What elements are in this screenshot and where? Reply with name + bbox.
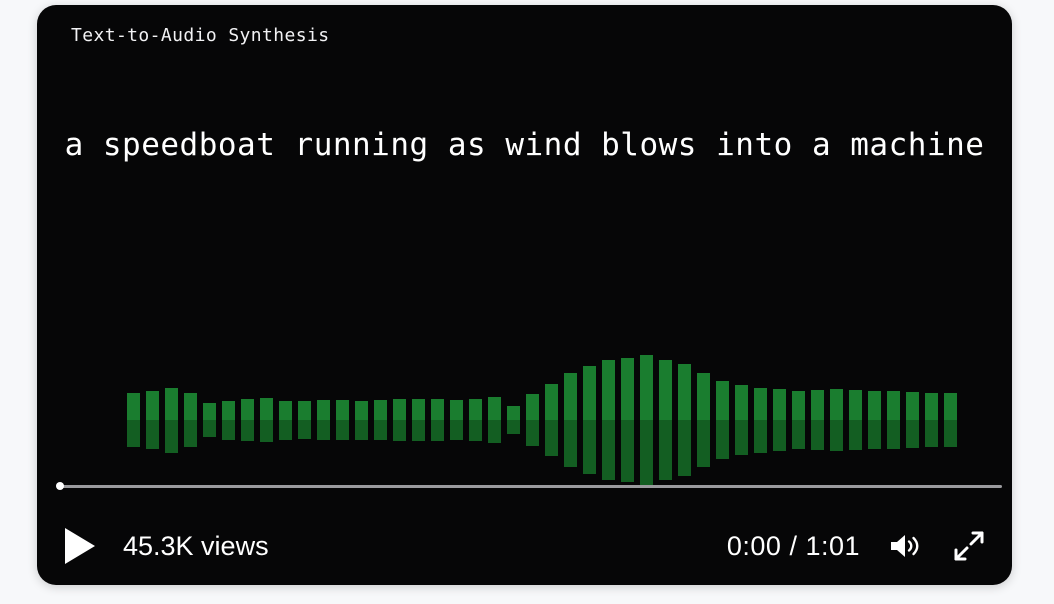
- waveform-bar: [184, 355, 197, 485]
- waveform-bar: [811, 355, 824, 485]
- waveform-bar: [830, 355, 843, 485]
- volume-button[interactable]: [886, 527, 924, 565]
- waveform-bar: [222, 355, 235, 485]
- waveform-bar: [431, 355, 444, 485]
- waveform-bar: [526, 355, 539, 485]
- seek-bar[interactable]: [56, 480, 1002, 494]
- waveform-bar: [716, 355, 729, 485]
- waveform-bar: [868, 355, 881, 485]
- waveform-bar: [564, 355, 577, 485]
- waveform-bar: [849, 355, 862, 485]
- waveform-bar: [488, 355, 501, 485]
- play-button[interactable]: [61, 527, 99, 565]
- seek-track[interactable]: [57, 485, 1002, 488]
- waveform-bar: [621, 355, 634, 485]
- waveform-bar: [583, 355, 596, 485]
- waveform-bar: [640, 355, 653, 485]
- waveform-bar: [203, 355, 216, 485]
- expand-arrows-icon: [954, 531, 984, 561]
- waveform-bar: [279, 355, 292, 485]
- waveform-bar: [887, 355, 900, 485]
- waveform-bar: [165, 355, 178, 485]
- waveform-bar: [773, 355, 786, 485]
- play-triangle-icon: [65, 528, 95, 564]
- waveform-bar: [697, 355, 710, 485]
- page-title: Text-to-Audio Synthesis: [71, 25, 330, 46]
- views-count-label: 45.3K views: [123, 530, 269, 561]
- waveform-bar: [241, 355, 254, 485]
- waveform-bar: [678, 355, 691, 485]
- waveform-bar: [412, 355, 425, 485]
- fullscreen-button[interactable]: [950, 527, 988, 565]
- waveform-bar: [507, 355, 520, 485]
- waveform-bar: [450, 355, 463, 485]
- seek-handle[interactable]: [56, 482, 64, 490]
- waveform-bar: [944, 355, 957, 485]
- waveform-bar: [602, 355, 615, 485]
- waveform-bar: [735, 355, 748, 485]
- waveform-bar: [925, 355, 938, 485]
- audio-waveform[interactable]: [127, 355, 959, 485]
- waveform-bar: [374, 355, 387, 485]
- waveform-bar: [469, 355, 482, 485]
- screen-root: Text-to-Audio Synthesis a speedboat runn…: [0, 0, 1054, 604]
- waveform-bar: [355, 355, 368, 485]
- time-display: 0:00 / 1:01: [726, 530, 860, 561]
- waveform-bar: [260, 355, 273, 485]
- waveform-bar: [906, 355, 919, 485]
- waveform-bar: [792, 355, 805, 485]
- waveform-bar: [336, 355, 349, 485]
- waveform-bar: [127, 355, 140, 485]
- controls-right-group: 0:00 / 1:01: [727, 513, 988, 579]
- controls-left-group: 45.3K views: [61, 513, 269, 579]
- speaker-volume-icon: [891, 535, 919, 557]
- waveform-bar: [754, 355, 767, 485]
- waveform-bar: [317, 355, 330, 485]
- waveform-bar: [545, 355, 558, 485]
- waveform-bar: [298, 355, 311, 485]
- player-controls: 45.3K views 0:00 / 1:01: [37, 513, 1012, 579]
- waveform-bar: [659, 355, 672, 485]
- waveform-bar: [146, 355, 159, 485]
- audio-player-card: Text-to-Audio Synthesis a speedboat runn…: [37, 5, 1012, 585]
- waveform-bar: [393, 355, 406, 485]
- prompt-caption: a speedboat running as wind blows into a…: [64, 127, 985, 163]
